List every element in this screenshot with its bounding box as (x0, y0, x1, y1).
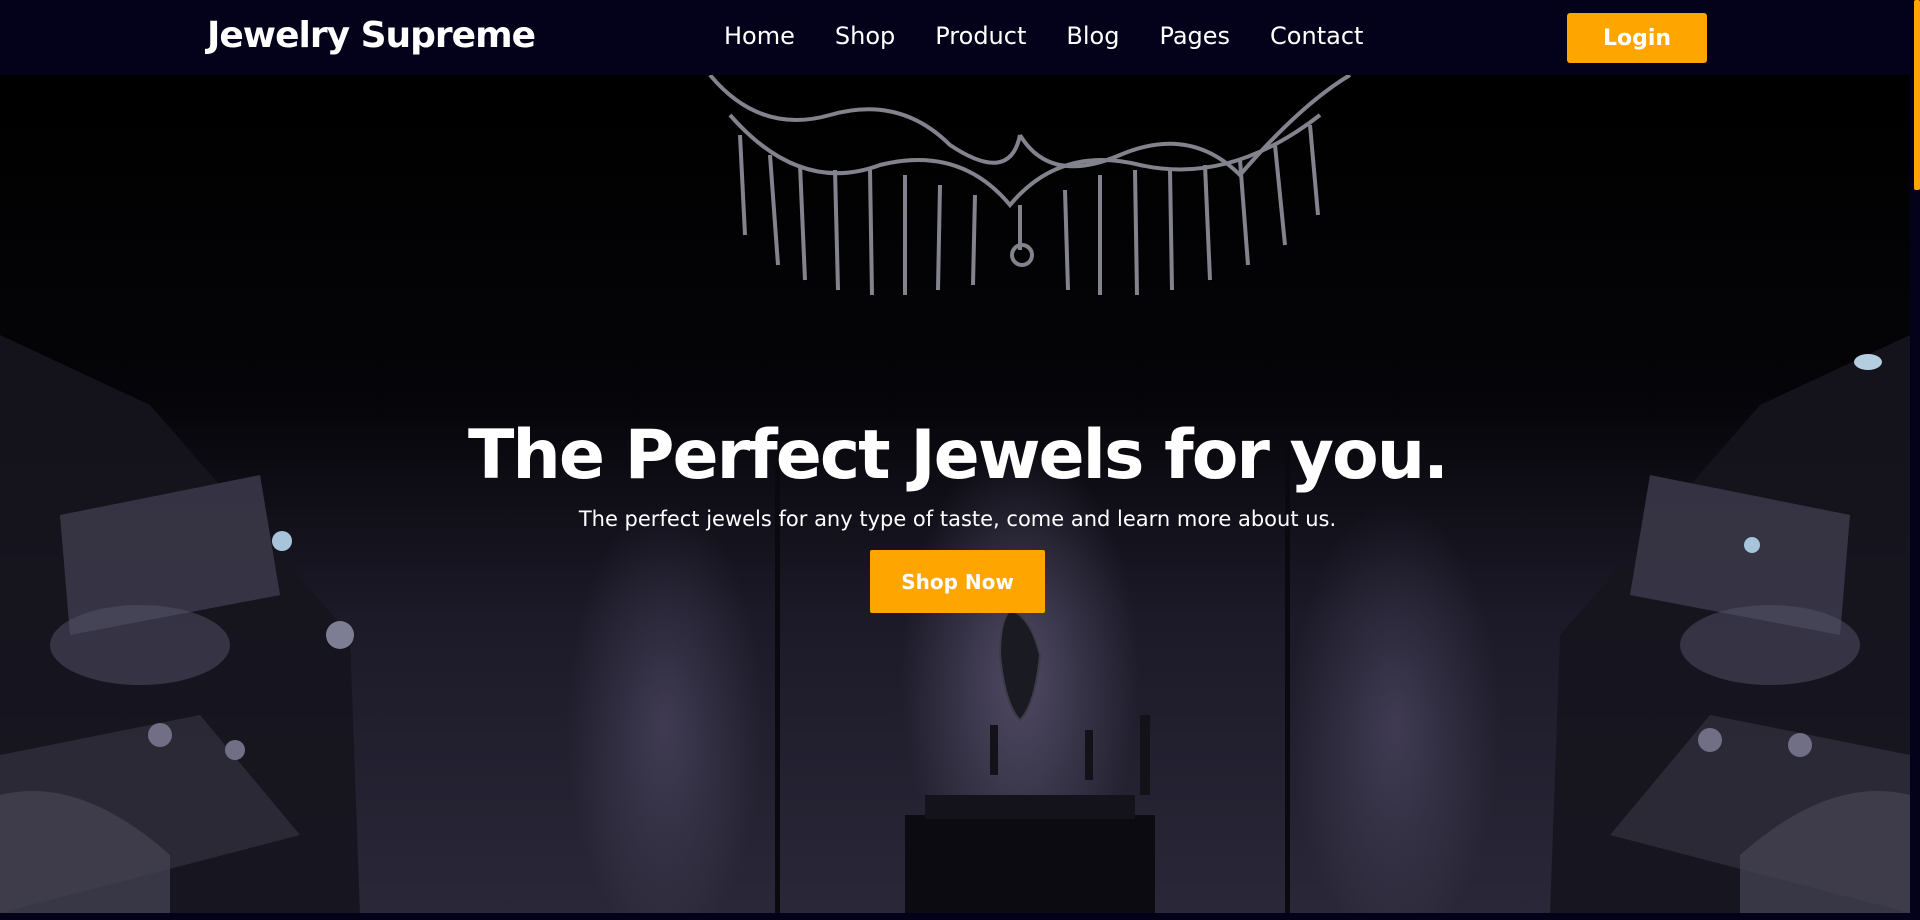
nav-link-contact[interactable]: Contact (1270, 20, 1363, 52)
nav-link-product[interactable]: Product (935, 20, 1026, 52)
hero-title: The Perfect Jewels for you. (468, 415, 1449, 495)
hero-section: The Perfect Jewels for you. The perfect … (0, 75, 1910, 913)
shop-now-button[interactable]: Shop Now (870, 550, 1045, 613)
navbar: Jewelry Supreme Home Shop Product Blog P… (0, 0, 1910, 75)
nav-link-shop[interactable]: Shop (835, 20, 895, 52)
nav-link-pages[interactable]: Pages (1159, 20, 1230, 52)
login-button[interactable]: Login (1567, 13, 1707, 63)
chandelier-image (708, 75, 1352, 296)
pendant-image (990, 608, 1150, 795)
brand-logo[interactable]: Jewelry Supreme (207, 14, 536, 58)
nav-link-blog[interactable]: Blog (1066, 20, 1119, 52)
nav-links: Home Shop Product Blog Pages Contact (724, 20, 1403, 52)
scrollbar-thumb[interactable] (1914, 0, 1920, 190)
nav-link-home[interactable]: Home (724, 20, 795, 52)
page: Jewelry Supreme Home Shop Product Blog P… (0, 0, 1920, 920)
bottom-strip (0, 913, 1910, 920)
hero-subtitle: The perfect jewels for any type of taste… (578, 507, 1337, 531)
